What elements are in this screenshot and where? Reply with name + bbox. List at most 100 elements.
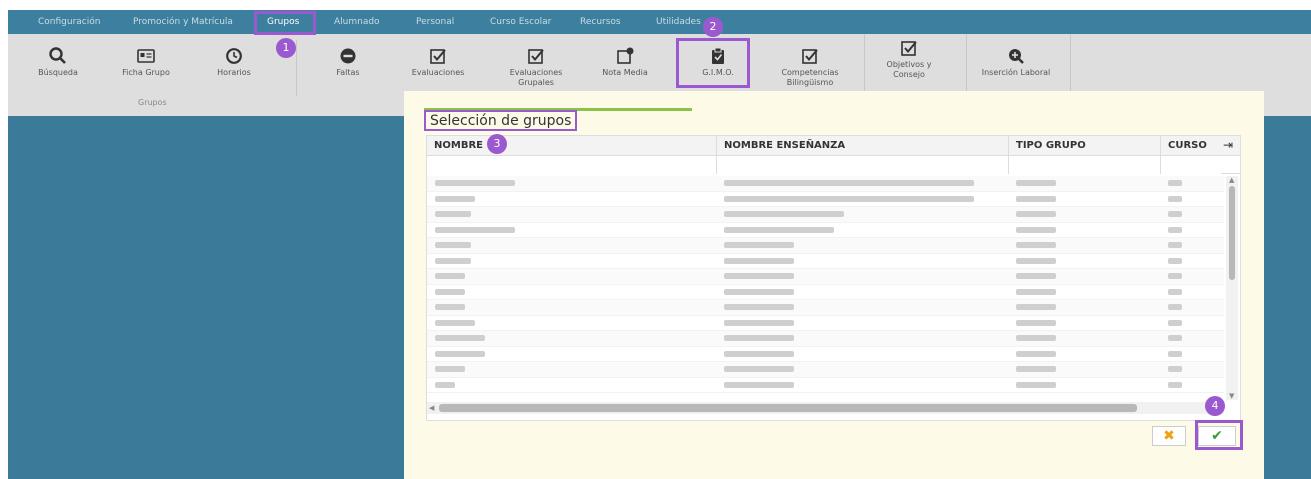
scroll-left-icon[interactable]: ◀ — [429, 404, 434, 412]
table-row[interactable] — [427, 331, 1224, 347]
clock-icon — [226, 48, 242, 64]
table-cell — [1016, 350, 1056, 357]
table-cell — [1016, 257, 1056, 264]
table-row[interactable] — [427, 223, 1224, 238]
table-cell — [724, 242, 794, 248]
column-nombre[interactable]: NOMBRE — [427, 136, 717, 156]
table-row[interactable] — [427, 192, 1224, 207]
faltas-label: Faltas — [336, 68, 360, 77]
table-cell — [1016, 304, 1056, 310]
filter-row — [427, 156, 1240, 174]
table-row[interactable] — [427, 347, 1224, 362]
menu-curso-escolar[interactable]: Curso Escolar — [490, 10, 551, 34]
table-cell — [1168, 257, 1182, 264]
collapse-icon[interactable]: ⇥ — [1223, 138, 1233, 152]
scroll-down-icon[interactable]: ▼ — [1229, 392, 1234, 400]
ficha-grupo-button[interactable]: Ficha Grupo — [116, 46, 176, 104]
table-cell — [724, 273, 794, 279]
filter-curso-input[interactable] — [1161, 156, 1221, 174]
table-row[interactable] — [427, 378, 1224, 393]
step-badge: 2 — [703, 17, 723, 37]
id-card-icon — [137, 49, 155, 63]
evaluaciones-label: Evaluaciones — [411, 68, 465, 77]
step-badge: 4 — [1205, 396, 1225, 416]
table-cell — [724, 180, 974, 186]
table-cell — [724, 257, 794, 264]
table-cell — [1168, 180, 1182, 186]
table-row[interactable] — [427, 176, 1224, 192]
column-nombre-ensenanza[interactable]: NOMBRE ENSEÑANZA — [717, 136, 1009, 156]
horizontal-scrollbar[interactable]: ◀ — [427, 402, 1224, 414]
table-row[interactable] — [427, 238, 1224, 254]
cancel-button[interactable]: ✖ — [1152, 426, 1186, 446]
table-cell — [724, 335, 794, 341]
filter-nombre-input[interactable] — [427, 156, 717, 174]
top-menu-bar: Configuración Promoción y Matrícula Grup… — [8, 10, 1311, 34]
nota-media-label: Nota Media — [602, 68, 648, 77]
table-cell — [724, 319, 794, 326]
table-row[interactable] — [427, 285, 1224, 300]
menu-promocion-matricula[interactable]: Promoción y Matrícula — [133, 10, 233, 34]
table-row[interactable] — [427, 269, 1224, 285]
table-row[interactable] — [427, 316, 1224, 331]
table-cell — [1016, 319, 1056, 326]
step-badge: 1 — [276, 38, 296, 58]
table-cell — [1016, 211, 1056, 217]
busqueda-label: Búsqueda — [38, 68, 78, 77]
scroll-thumb[interactable] — [439, 404, 1137, 412]
objetivos-consejo-label: Objetivos y Consejo — [886, 60, 932, 79]
menu-personal[interactable]: Personal — [416, 10, 454, 34]
minus-circle-icon — [340, 48, 356, 64]
horarios-button[interactable]: Horarios — [204, 46, 264, 104]
objetivos-consejo-button[interactable]: Objetivos y Consejo — [874, 38, 944, 96]
table-cell — [1016, 180, 1056, 186]
horarios-label: Horarios — [217, 68, 251, 77]
table-row[interactable] — [427, 300, 1224, 316]
table-row[interactable] — [427, 362, 1224, 378]
table-cell — [435, 211, 471, 217]
table-cell — [724, 211, 844, 217]
table-cell — [1016, 273, 1056, 279]
table-cell — [435, 288, 465, 295]
table-row[interactable] — [427, 254, 1224, 269]
menu-grupos[interactable]: Grupos — [267, 10, 299, 34]
scroll-thumb[interactable] — [1229, 186, 1235, 280]
table-cell — [435, 226, 515, 233]
ribbon-separator — [296, 40, 297, 96]
table-cell — [1016, 226, 1056, 233]
table-cell — [1168, 211, 1182, 217]
table-cell — [435, 335, 485, 341]
table-cell — [724, 366, 794, 372]
groups-table: NOMBRE NOMBRE ENSEÑANZA TIPO GRUPO CURSO… — [426, 135, 1241, 421]
table-cell — [435, 242, 471, 248]
table-cell — [435, 350, 485, 357]
ficha-grupo-label: Ficha Grupo — [122, 68, 170, 77]
competencias-bilinguismo-label: Competencias Bilingüismo — [781, 68, 839, 87]
table-row[interactable] — [427, 207, 1224, 223]
vertical-scrollbar[interactable]: ▲ ▼ — [1226, 176, 1238, 400]
menu-alumnado[interactable]: Alumnado — [334, 10, 380, 34]
table-cell — [1168, 242, 1182, 248]
faltas-button[interactable]: Faltas — [323, 46, 373, 104]
filter-ensenanza-input[interactable] — [717, 156, 1009, 174]
clipboard-check-icon — [712, 47, 724, 64]
busqueda-button[interactable]: Búsqueda — [28, 46, 88, 104]
filter-tipo-input[interactable] — [1009, 156, 1161, 174]
table-cell — [724, 195, 974, 202]
table-cell — [435, 257, 471, 264]
confirm-button[interactable]: ✔ — [1198, 426, 1236, 446]
menu-utilidades[interactable]: Utilidades — [656, 10, 701, 34]
table-cell — [435, 273, 465, 279]
column-tipo-grupo[interactable]: TIPO GRUPO — [1009, 136, 1161, 156]
table-cell — [1016, 288, 1056, 295]
checkbox-icon — [901, 41, 917, 56]
table-cell — [1168, 273, 1182, 279]
table-cell — [1168, 350, 1182, 357]
checkbox-icon — [528, 49, 544, 64]
menu-recursos[interactable]: Recursos — [580, 10, 621, 34]
check-icon: ✔ — [1211, 428, 1223, 444]
table-cell — [724, 288, 794, 295]
scroll-up-icon[interactable]: ▲ — [1229, 176, 1234, 184]
column-curso[interactable]: CURSO — [1161, 136, 1221, 156]
menu-configuracion[interactable]: Configuración — [38, 10, 100, 34]
